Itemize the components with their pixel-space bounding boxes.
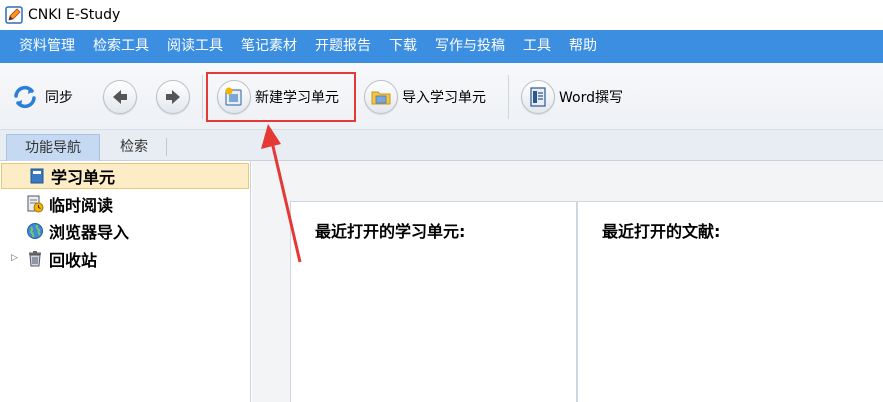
sync-button[interactable]: 同步 <box>10 63 73 130</box>
menu-download[interactable]: 下载 <box>380 30 426 63</box>
sidebar-item-label: 学习单元 <box>51 168 116 187</box>
tab-search[interactable]: 检索 <box>104 134 164 161</box>
tab-function-navigation[interactable]: 功能导航 <box>6 134 100 161</box>
recent-documents-panel: 最近打开的文献: <box>577 201 883 402</box>
sidebar-item-label: 回收站 <box>49 251 98 270</box>
menu-search-tools[interactable]: 检索工具 <box>84 30 158 63</box>
temporary-reading-icon <box>26 195 44 213</box>
forward-button[interactable] <box>156 63 190 130</box>
word-document-icon <box>530 86 546 107</box>
sync-label: 同步 <box>45 89 73 106</box>
menu-proposal-report[interactable]: 开题报告 <box>306 30 380 63</box>
study-unit-icon <box>28 167 46 185</box>
recent-study-units-title: 最近打开的学习单元: <box>315 222 466 241</box>
recent-documents-title: 最近打开的文献: <box>602 222 721 241</box>
window-title: CNKI E-Study <box>28 7 121 23</box>
arrow-left-icon <box>113 89 127 104</box>
new-study-unit-label: 新建学习单元 <box>255 89 339 106</box>
recent-study-units-panel: 最近打开的学习单元: <box>290 201 577 402</box>
sidebar-item-temporary-reading[interactable]: 临时阅读 <box>26 191 113 217</box>
title-bar: CNKI E-Study <box>0 0 883 30</box>
sidebar-item-label: 临时阅读 <box>49 196 114 215</box>
word-writing-button[interactable]: Word撰写 <box>521 63 623 130</box>
new-study-unit-icon <box>225 87 242 106</box>
menu-resource-management[interactable]: 资料管理 <box>10 30 84 63</box>
sidebar: 学习单元 临时阅读 浏览器导入 ▷ 回收站 <box>0 161 251 402</box>
toolbar-separator <box>508 75 509 119</box>
menu-notes[interactable]: 笔记素材 <box>232 30 306 63</box>
toolbar: 同步 新建学习单元 导入学习单元 Word撰写 <box>0 63 883 130</box>
menu-writing-submission[interactable]: 写作与投稿 <box>426 30 514 63</box>
menu-help[interactable]: 帮助 <box>560 30 606 63</box>
menu-bar: 资料管理 检索工具 阅读工具 笔记素材 开题报告 下载 写作与投稿 工具 帮助 <box>0 30 883 63</box>
main-content: 最近打开的学习单元: 最近打开的文献: <box>252 161 883 402</box>
arrow-right-icon <box>166 89 180 104</box>
sidebar-item-recycle-bin[interactable]: 回收站 <box>26 246 97 272</box>
tabs-bar: 功能导航 检索 <box>0 130 883 161</box>
globe-icon <box>26 222 44 240</box>
expand-triangle-icon[interactable]: ▷ <box>11 253 18 263</box>
import-study-unit-label: 导入学习单元 <box>402 89 486 106</box>
menu-tools[interactable]: 工具 <box>514 30 560 63</box>
import-folder-icon <box>371 91 391 104</box>
sidebar-item-label: 浏览器导入 <box>49 223 130 242</box>
back-button[interactable] <box>103 63 137 130</box>
sidebar-item-browser-import[interactable]: 浏览器导入 <box>26 218 129 244</box>
toolbar-separator <box>202 75 203 119</box>
menu-reading-tools[interactable]: 阅读工具 <box>158 30 232 63</box>
tab-separator <box>166 138 167 156</box>
word-writing-label: Word撰写 <box>559 89 623 106</box>
trash-icon <box>26 250 44 268</box>
app-pencil-icon <box>5 6 23 24</box>
sidebar-item-study-unit[interactable]: 学习单元 <box>1 163 249 189</box>
sync-icon <box>14 85 36 108</box>
new-study-unit-button[interactable]: 新建学习单元 <box>217 63 339 130</box>
import-study-unit-button[interactable]: 导入学习单元 <box>364 63 486 130</box>
